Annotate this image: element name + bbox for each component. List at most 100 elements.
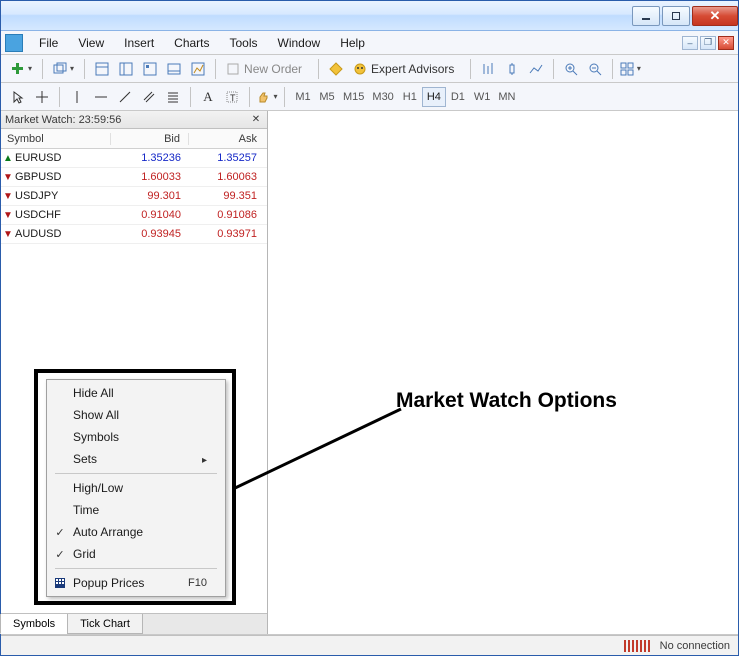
new-order-button[interactable]: New Order [222, 58, 312, 80]
context-menu-item[interactable]: Sets [47, 448, 225, 470]
bid-cell: 1.35236 [111, 152, 189, 164]
ask-cell: 99.351 [189, 190, 267, 202]
new-order-icon [226, 62, 240, 76]
market-watch-row[interactable]: ▼GBPUSD1.600331.60063 [1, 168, 267, 187]
context-menu-label: Sets [73, 452, 202, 466]
context-menu-item[interactable]: Show All [47, 404, 225, 426]
menu-help[interactable]: Help [330, 33, 375, 53]
market-watch-row[interactable]: ▼AUDUSD0.939450.93971 [1, 225, 267, 244]
context-menu-item[interactable]: Symbols [47, 426, 225, 448]
profiles-button[interactable] [49, 58, 78, 80]
menu-charts[interactable]: Charts [164, 33, 219, 53]
zoom-in-button[interactable] [560, 58, 582, 80]
data-window-icon [119, 62, 133, 76]
menu-tools[interactable]: Tools [220, 33, 268, 53]
text-a-icon: A [203, 89, 212, 105]
market-watch-row[interactable]: ▼USDJPY99.30199.351 [1, 187, 267, 206]
expert-advisors-button[interactable]: Expert Advisors [349, 58, 464, 80]
context-menu-label: Time [73, 503, 207, 517]
crosshair-button[interactable] [31, 86, 53, 108]
ask-cell: 1.35257 [189, 152, 267, 164]
thumb-up-icon [256, 90, 270, 104]
market-watch-row[interactable]: ▲EURUSD1.352361.35257 [1, 149, 267, 168]
indicator-button-3[interactable] [525, 58, 547, 80]
market-watch-close-button[interactable]: ✕ [249, 113, 263, 127]
menu-window[interactable]: Window [268, 33, 331, 53]
menu-view[interactable]: View [68, 33, 114, 53]
fibo-button[interactable] [162, 86, 184, 108]
market-watch-toggle[interactable] [91, 58, 113, 80]
context-menu-item[interactable]: Time [47, 499, 225, 521]
timeframe-m5[interactable]: M5 [315, 87, 339, 107]
timeframe-h4[interactable]: H4 [422, 87, 446, 107]
market-watch-tabs: Symbols Tick Chart [1, 613, 267, 634]
svg-text:T: T [230, 93, 236, 103]
market-watch-icon [95, 62, 109, 76]
mdi-close-button[interactable]: ✕ [718, 36, 734, 50]
tab-symbols[interactable]: Symbols [0, 614, 68, 634]
cursor-button[interactable] [7, 86, 29, 108]
trendline-button[interactable] [114, 86, 136, 108]
timeframe-d1[interactable]: D1 [446, 87, 470, 107]
market-watch-time: 23:59:56 [79, 114, 122, 126]
strategy-tester-toggle[interactable] [187, 58, 209, 80]
close-button[interactable]: ✕ [692, 6, 738, 26]
vline-button[interactable] [66, 86, 88, 108]
app-icon [5, 34, 23, 52]
tile-button[interactable] [619, 58, 641, 80]
bid-cell: 1.60033 [111, 171, 189, 183]
col-bid[interactable]: Bid [111, 133, 189, 145]
context-menu-item[interactable]: ✓Auto Arrange [47, 521, 225, 543]
ask-cell: 0.93971 [189, 228, 267, 240]
trendline-icon [118, 90, 132, 104]
bid-cell: 0.93945 [111, 228, 189, 240]
toolbar-main: New Order Expert Advisors [1, 55, 738, 83]
indicator-button-1[interactable] [477, 58, 499, 80]
maximize-button[interactable] [662, 6, 690, 26]
line-icon [529, 62, 543, 76]
context-menu-label: Hide All [73, 386, 207, 400]
timeframe-w1[interactable]: W1 [470, 87, 495, 107]
context-menu-label: High/Low [73, 481, 207, 495]
timeframe-h1[interactable]: H1 [398, 87, 422, 107]
timeframe-bar: M1M5M15M30H1H4D1W1MN [291, 87, 519, 107]
indicator-button-2[interactable] [501, 58, 523, 80]
toolbar-drawing: A T M1M5M15M30H1H4D1W1MN [1, 83, 738, 111]
mdi-minimize-button[interactable]: – [682, 36, 698, 50]
context-menu-item[interactable]: High/Low [47, 477, 225, 499]
timeframe-mn[interactable]: MN [494, 87, 519, 107]
arrow-down-icon: ▼ [1, 172, 15, 183]
channel-button[interactable] [138, 86, 160, 108]
metaquotes-button[interactable] [325, 58, 347, 80]
market-watch-columns: Symbol Bid Ask [1, 129, 267, 149]
menu-file[interactable]: File [29, 33, 68, 53]
menu-insert[interactable]: Insert [114, 33, 164, 53]
context-menu-item[interactable]: Popup PricesF10 [47, 572, 225, 594]
tab-tick-chart[interactable]: Tick Chart [67, 614, 143, 634]
minimize-button[interactable] [632, 6, 660, 26]
status-bar: No connection [1, 635, 738, 655]
bid-cell: 99.301 [111, 190, 189, 202]
channel-icon [142, 90, 156, 104]
new-chart-button[interactable] [7, 58, 36, 80]
text-button[interactable]: A [197, 86, 219, 108]
text-label-button[interactable]: T [221, 86, 243, 108]
mdi-restore-button[interactable]: ❐ [700, 36, 716, 50]
navigator-toggle[interactable] [139, 58, 161, 80]
hline-button[interactable] [90, 86, 112, 108]
context-menu-item[interactable]: Hide All [47, 382, 225, 404]
data-window-toggle[interactable] [115, 58, 137, 80]
timeframe-m30[interactable]: M30 [368, 87, 397, 107]
col-ask[interactable]: Ask [189, 133, 267, 145]
zoom-out-button[interactable] [584, 58, 606, 80]
timeframe-m1[interactable]: M1 [291, 87, 315, 107]
col-symbol[interactable]: Symbol [1, 133, 111, 145]
timeframe-m15[interactable]: M15 [339, 87, 368, 107]
arrows-button[interactable] [256, 86, 278, 108]
context-menu-item[interactable]: ✓Grid [47, 543, 225, 565]
chart-workspace[interactable] [268, 111, 738, 634]
menubar: File View Insert Charts Tools Window Hel… [1, 31, 738, 55]
market-watch-row[interactable]: ▼USDCHF0.910400.91086 [1, 206, 267, 225]
terminal-toggle[interactable] [163, 58, 185, 80]
candle-icon [505, 62, 519, 76]
